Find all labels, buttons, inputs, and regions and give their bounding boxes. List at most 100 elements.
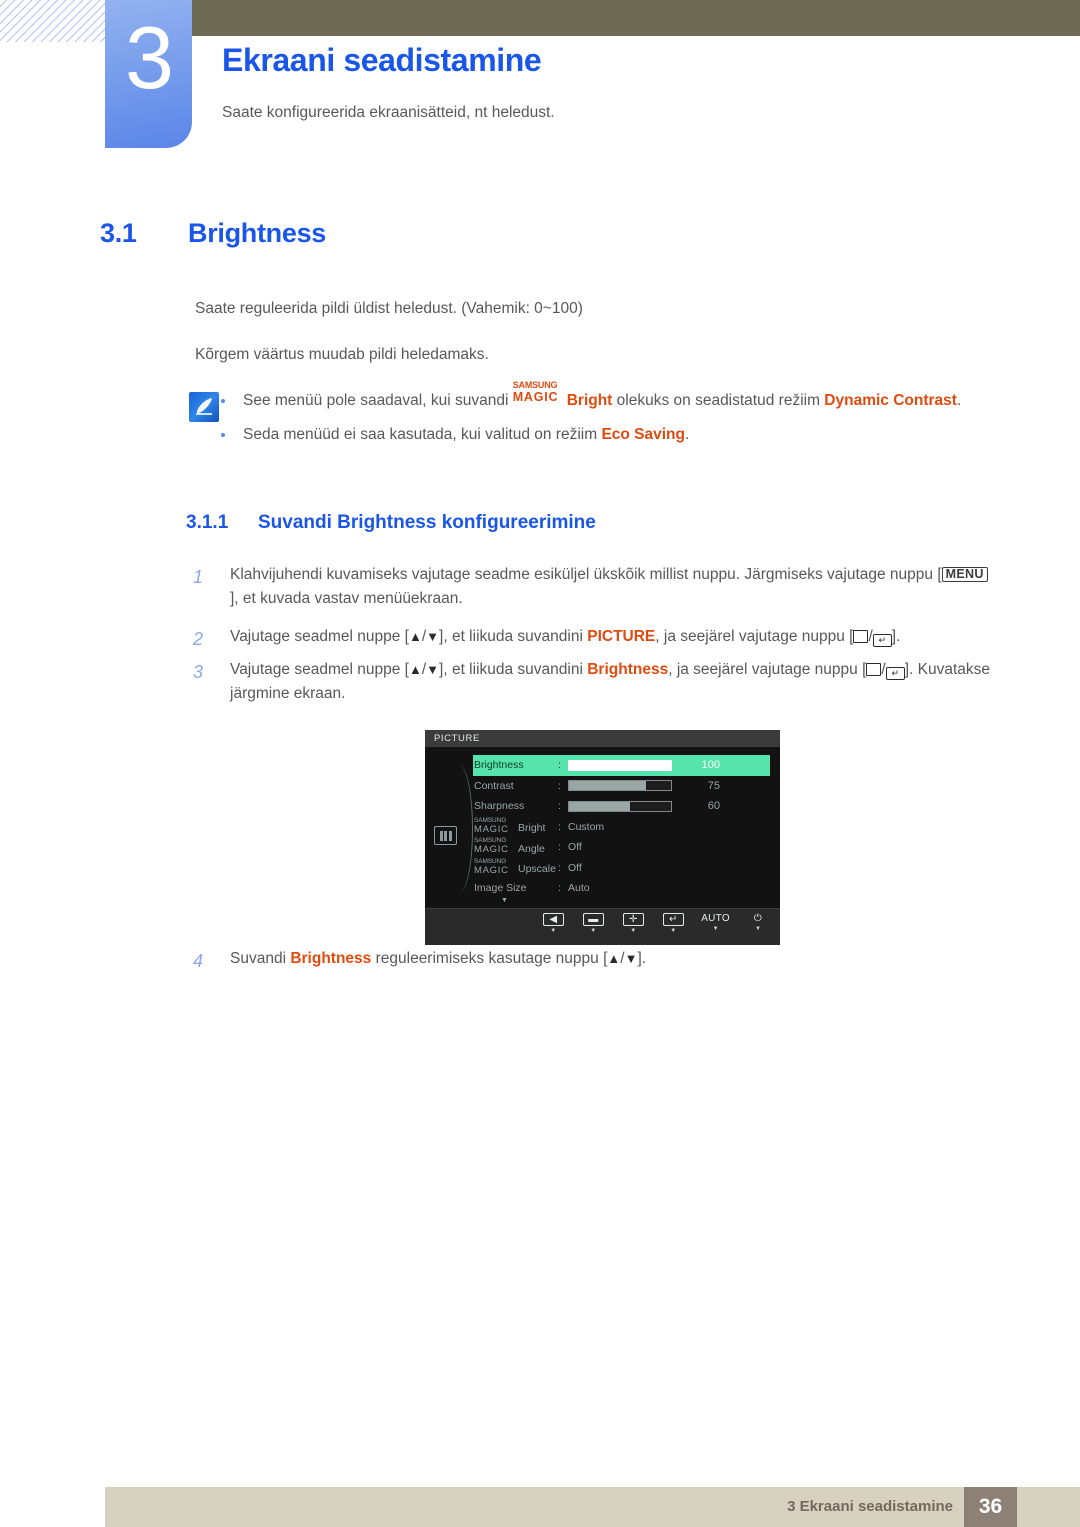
up-arrow-icon: ▲	[408, 662, 422, 677]
magicupscale-value: Off	[568, 861, 582, 874]
step-4-text-c: ].	[637, 950, 647, 967]
osd-button-bar: ◀ ▼ ▬ ▼ ✛ ▼ ↵ ▼ AUTO ▼ ⏻ ▼	[425, 908, 780, 945]
osd-colon: :	[558, 779, 561, 792]
osd-label-contrast: Contrast	[474, 779, 514, 792]
sharpness-slider[interactable]	[568, 800, 672, 812]
magic-bottom-text: MAGIC	[474, 864, 509, 876]
step-2-text-d: ].	[891, 628, 901, 645]
note-item-1: See menüü pole saadaval, kui suvandi SAM…	[221, 380, 988, 413]
step-2-text-b: ], et liikuda suvandini	[439, 628, 588, 645]
subsection-number: 3.1.1	[186, 512, 229, 533]
osd-row-sharpness[interactable]: Sharpness : 60	[474, 796, 774, 817]
step-2-accent: PICTURE	[587, 628, 656, 645]
auto-button[interactable]: AUTO ▼	[701, 913, 730, 932]
osd-row-magicupscale[interactable]: SAMSUNG MAGIC Upscale : Off	[474, 858, 774, 879]
osd-row-brightness[interactable]: Brightness : 100	[473, 755, 770, 776]
imagesize-value: Auto	[568, 882, 590, 895]
osd-row-contrast[interactable]: Contrast : 75	[474, 776, 774, 797]
minus-icon: ▬	[582, 913, 604, 926]
enter-icon: ↵	[662, 913, 684, 926]
step-2-text-a: Vajutage seadmel nuppe [	[230, 628, 409, 645]
power-button[interactable]: ⏻ ▼	[746, 913, 770, 932]
magic-word: Bright	[518, 822, 546, 835]
plus-button[interactable]: ✛ ▼	[621, 913, 645, 934]
step-4-body: Suvandi Brightness reguleerimiseks kasut…	[230, 947, 993, 971]
osd-row-imagesize[interactable]: Image Size : Auto	[474, 878, 774, 899]
note-1-pre: See menüü pole saadaval, kui suvandi	[243, 392, 513, 409]
note-1-magic-word: Bright	[566, 392, 613, 409]
step-3-index: 3	[193, 662, 204, 682]
osd-scroll-down-icon[interactable]: ▼	[501, 897, 508, 904]
step-1-text-b: ], et kuvada vastav menüüekraan.	[230, 590, 463, 608]
chapter-number: 3	[125, 8, 174, 107]
button-submark-icon: ▼	[755, 926, 761, 932]
source-button-icon	[866, 663, 882, 676]
step-2-body: Vajutage seadmel nuppe [▲/▼], et liikuda…	[230, 625, 993, 649]
magic-bottom-text: MAGIC	[474, 844, 509, 856]
section-number: 3.1	[100, 218, 137, 248]
subsection-title: Suvandi Brightness konfigureerimine	[258, 512, 596, 533]
osd-colon: :	[558, 882, 561, 895]
osd-row-magicangle[interactable]: SAMSUNG MAGIC Angle : Off	[474, 837, 774, 858]
back-icon: ◀	[542, 913, 564, 926]
plus-icon: ✛	[622, 913, 644, 926]
magic-top-text: SAMSUNG	[474, 816, 507, 824]
hatch-pattern-decoration	[0, 0, 118, 42]
back-button[interactable]: ◀ ▼	[541, 913, 565, 934]
note-item-2: Seda menüüd ei saa kasutada, kui valitud…	[221, 423, 988, 447]
chapter-title: Ekraani seadistamine	[222, 42, 542, 78]
magic-bottom-text: MAGIC	[474, 823, 509, 835]
brightness-slider[interactable]	[568, 759, 672, 771]
step-3-text-c: , ja seejärel vajutage nuppu [	[668, 661, 867, 678]
section-heading: 3.1 Brightness	[100, 218, 326, 249]
note-1-mid: olekuks on seadistatud režiim	[612, 392, 825, 409]
step-1-text-a: Klahvijuhendi kuvamiseks vajutage seadme…	[230, 566, 942, 583]
step-4-accent: Brightness	[290, 950, 372, 967]
osd-label-magicupscale: SAMSUNG MAGIC Upscale	[474, 857, 558, 876]
button-submark-icon: ▼	[670, 928, 677, 934]
footer-bar: 3 Ekraani seadistamine 36	[105, 1487, 1080, 1527]
step-3-accent: Brightness	[587, 661, 669, 678]
brightness-value: 100	[701, 759, 720, 772]
magic-word: Angle	[518, 842, 545, 855]
down-arrow-icon: ▼	[426, 662, 440, 677]
magic-word: Upscale	[518, 863, 556, 876]
magic-top-text: SAMSUNG	[512, 379, 558, 390]
magicbright-value: Custom	[568, 820, 605, 833]
samsung-magic-logo: SAMSUNG MAGIC	[512, 380, 567, 406]
button-submark-icon: ▼	[590, 928, 597, 934]
chapter-subtitle: Saate konfigureerida ekraanisätteid, nt …	[222, 104, 555, 121]
up-arrow-icon: ▲	[408, 629, 422, 644]
osd-label-sharpness: Sharpness	[474, 800, 525, 813]
minus-button[interactable]: ▬ ▼	[581, 913, 605, 934]
step-3: 3 Vajutage seadmel nuppe [▲/▼], et liiku…	[193, 658, 993, 707]
step-1: 1 Klahvijuhendi kuvamiseks vajutage sead…	[193, 563, 993, 612]
step-2: 2 Vajutage seadmel nuppe [▲/▼], et liiku…	[193, 625, 993, 649]
note-2-post: .	[685, 426, 690, 444]
section-paragraph-1: Saate reguleerida pildi üldist heledust.…	[195, 300, 583, 317]
step-1-body: Klahvijuhendi kuvamiseks vajutage seadme…	[230, 563, 993, 612]
note-2-pre: Seda menüüd ei saa kasutada, kui valitud…	[243, 426, 602, 444]
osd-title: PICTURE	[425, 730, 780, 747]
subsection-heading: 3.1.1 Suvandi Brightness konfigureerimine	[186, 512, 596, 534]
enter-button[interactable]: ↵ ▼	[661, 913, 685, 934]
magic-top-text: SAMSUNG	[474, 837, 507, 845]
osd-divider-curve	[450, 765, 473, 893]
note-1-post: .	[956, 392, 962, 409]
osd-row-magicbright[interactable]: SAMSUNG MAGIC Bright : Custom	[474, 817, 774, 838]
magic-top-text: SAMSUNG	[474, 857, 507, 865]
menu-key: MENU	[941, 567, 988, 582]
step-3-text-b: ], et liikuda suvandini	[439, 661, 588, 678]
osd-colon: :	[558, 800, 561, 813]
button-submark-icon: ▼	[550, 928, 557, 934]
power-icon: ⏻	[753, 913, 763, 924]
osd-menu-screenshot: PICTURE Brightness : 100 Contrast : 75 S…	[425, 730, 780, 945]
contrast-slider[interactable]	[568, 780, 672, 792]
up-arrow-icon: ▲	[607, 951, 621, 966]
osd-rows: Brightness : 100 Contrast : 75 Sharpness…	[473, 755, 774, 899]
step-4-text-a: Suvandi	[230, 950, 291, 967]
step-4-text-b: reguleerimiseks kasutage nuppu [	[371, 950, 608, 967]
chapter-number-tab: 3	[105, 0, 192, 148]
down-arrow-icon: ▼	[624, 951, 638, 966]
magic-bottom-text: MAGIC	[512, 389, 559, 404]
